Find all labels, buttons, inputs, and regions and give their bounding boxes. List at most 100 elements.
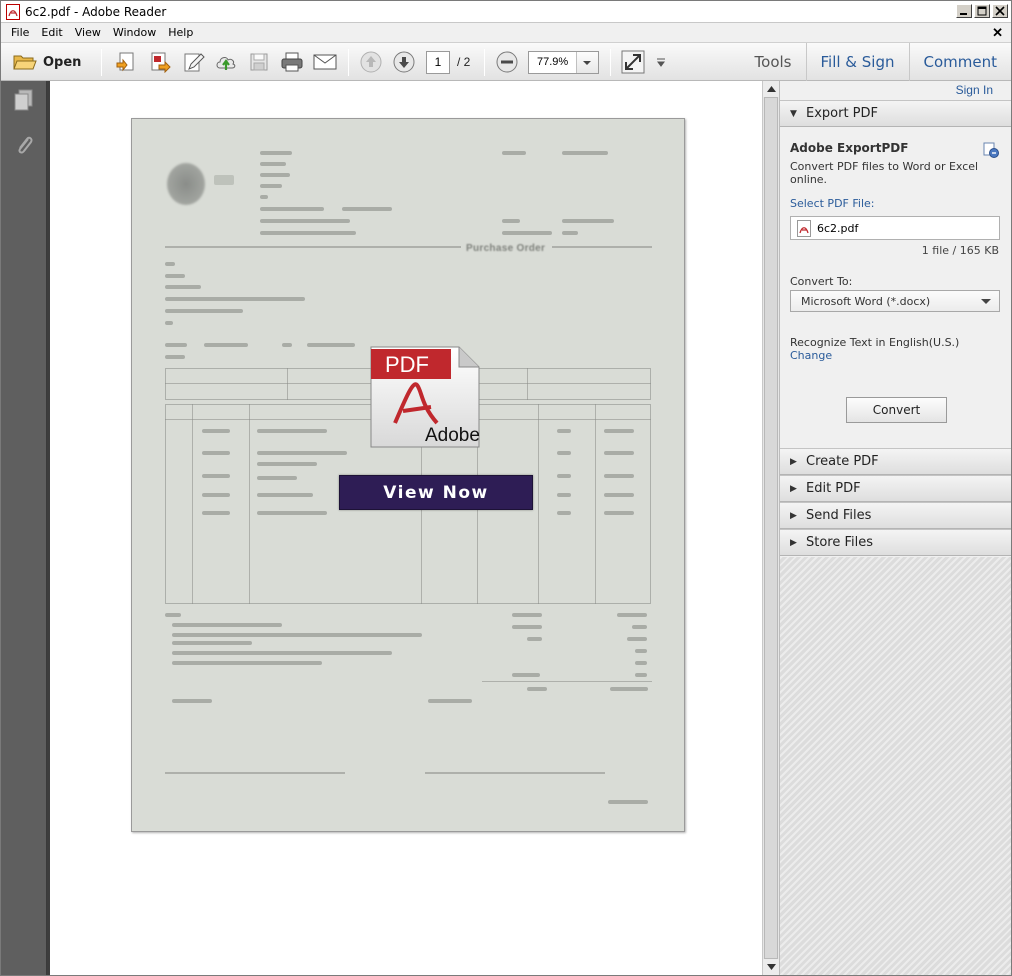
fit-page-button[interactable] [620,50,646,74]
expand-icon [621,50,645,74]
tab-fill-sign[interactable]: Fill & Sign [805,43,909,81]
menu-window[interactable]: Window [107,26,162,39]
blurred-text [562,151,608,155]
store-files-header[interactable]: ▶ Store Files [780,529,1011,556]
page-thumbnails-icon[interactable] [13,89,35,113]
blurred-text [202,511,230,515]
send-files-header[interactable]: ▶ Send Files [780,502,1011,529]
divider [165,246,461,248]
blurred-text [617,613,647,617]
tab-comment[interactable]: Comment [908,43,1012,81]
attachments-paperclip-icon[interactable] [13,133,35,157]
scroll-thumb[interactable] [764,97,778,959]
blurred-text [202,474,230,478]
sign-in-link[interactable]: Sign In [956,83,993,97]
blurred-text [202,493,230,497]
pdf-badge-text: PDF [385,352,429,377]
page-number-input[interactable]: 1 [426,51,450,74]
edit-pdf-header[interactable]: ▶ Edit PDF [780,475,1011,502]
toolbar-more-button[interactable] [654,50,668,74]
open-button[interactable]: Open [13,50,81,74]
blurred-text [512,673,540,677]
collapsed-triangle-icon: ▶ [790,456,797,467]
edit-button[interactable] [182,50,206,74]
collapsed-triangle-icon: ▶ [790,537,797,548]
signature-line [425,772,605,774]
change-language-link[interactable]: Change [790,349,832,362]
navigation-pane [1,81,47,975]
convert-to-select[interactable]: Microsoft Word (*.docx) [790,290,1000,312]
create-pdf-header[interactable]: ▶ Create PDF [780,448,1011,475]
scroll-down-button[interactable] [763,959,779,975]
blurred-text [257,476,297,480]
close-document-icon[interactable]: ✕ [992,25,1003,41]
blurred-text [172,633,422,637]
print-button[interactable] [280,50,304,74]
blurred-company-logo [167,163,205,205]
upload-button[interactable] [214,50,238,74]
section-title: Store Files [806,535,874,550]
scroll-up-button[interactable] [763,81,779,97]
adobe-pdf-icon: PDF Adobe [370,346,480,448]
convert-button[interactable]: Convert [846,397,947,423]
create-pdf-icon [116,52,134,72]
blurred-text [562,231,578,235]
blurred-text [257,451,347,455]
email-button[interactable] [312,50,338,74]
vertical-scrollbar[interactable] [762,81,779,975]
tab-tools[interactable]: Tools [741,43,806,81]
document-view[interactable]: Purchase Order PDF Adobe View Now [47,81,762,975]
zoom-select[interactable]: 77.9% [528,51,599,74]
next-page-button[interactable] [392,50,416,74]
blurred-text [527,687,547,691]
blurred-text [342,207,392,211]
blurred-text [260,162,286,166]
zoom-out-button[interactable] [495,50,519,74]
export-pdf-button[interactable] [148,50,172,74]
blurred-text [502,219,520,223]
maximize-button[interactable] [974,4,990,18]
blurred-text [527,637,542,641]
export-description: Convert PDF files to Word or Excel onlin… [790,160,979,186]
previous-page-button[interactable] [359,50,383,74]
signature-line [165,772,345,774]
menu-help[interactable]: Help [162,26,199,39]
create-pdf-button[interactable] [114,50,138,74]
save-button[interactable] [247,50,271,74]
blurred-text [165,297,305,301]
menu-file[interactable]: File [5,26,35,39]
blurred-text [165,262,175,266]
window-controls [956,4,1008,18]
blurred-text [257,511,327,515]
empty-pane-area [780,557,1011,975]
menu-bar: File Edit View Window Help ✕ [1,23,1011,42]
export-info-icon[interactable] [983,142,999,158]
pdf-page: Purchase Order PDF Adobe View Now [131,118,685,832]
blurred-text [562,219,614,223]
divider [192,404,193,604]
blurred-text [604,474,634,478]
task-pane: Sign In ▼ Export PDF Adobe ExportPDF Con… [779,81,1011,975]
minimize-button[interactable] [956,4,972,18]
blurred-text [257,429,327,433]
printer-icon [281,52,303,72]
blurred-text [204,343,248,347]
maximize-icon [977,6,987,16]
selected-file-field[interactable]: 6c2.pdf [790,216,1000,240]
close-button[interactable] [992,4,1008,18]
adobe-badge-text: Adobe [425,425,480,446]
divider [482,681,652,682]
blurred-text [557,493,571,497]
blurred-text [512,625,542,629]
view-now-button[interactable]: View Now [339,475,533,510]
blurred-text [604,451,634,455]
menu-view[interactable]: View [69,26,107,39]
toolbar-separator [484,49,485,76]
blurred-text [502,151,526,155]
export-pdf-header[interactable]: ▼ Export PDF [780,100,1011,127]
blurred-text [632,625,647,629]
zoom-dropdown-button[interactable] [576,52,598,73]
toolbar-separator [610,49,611,76]
section-title: Export PDF [806,106,879,121]
menu-edit[interactable]: Edit [35,26,68,39]
